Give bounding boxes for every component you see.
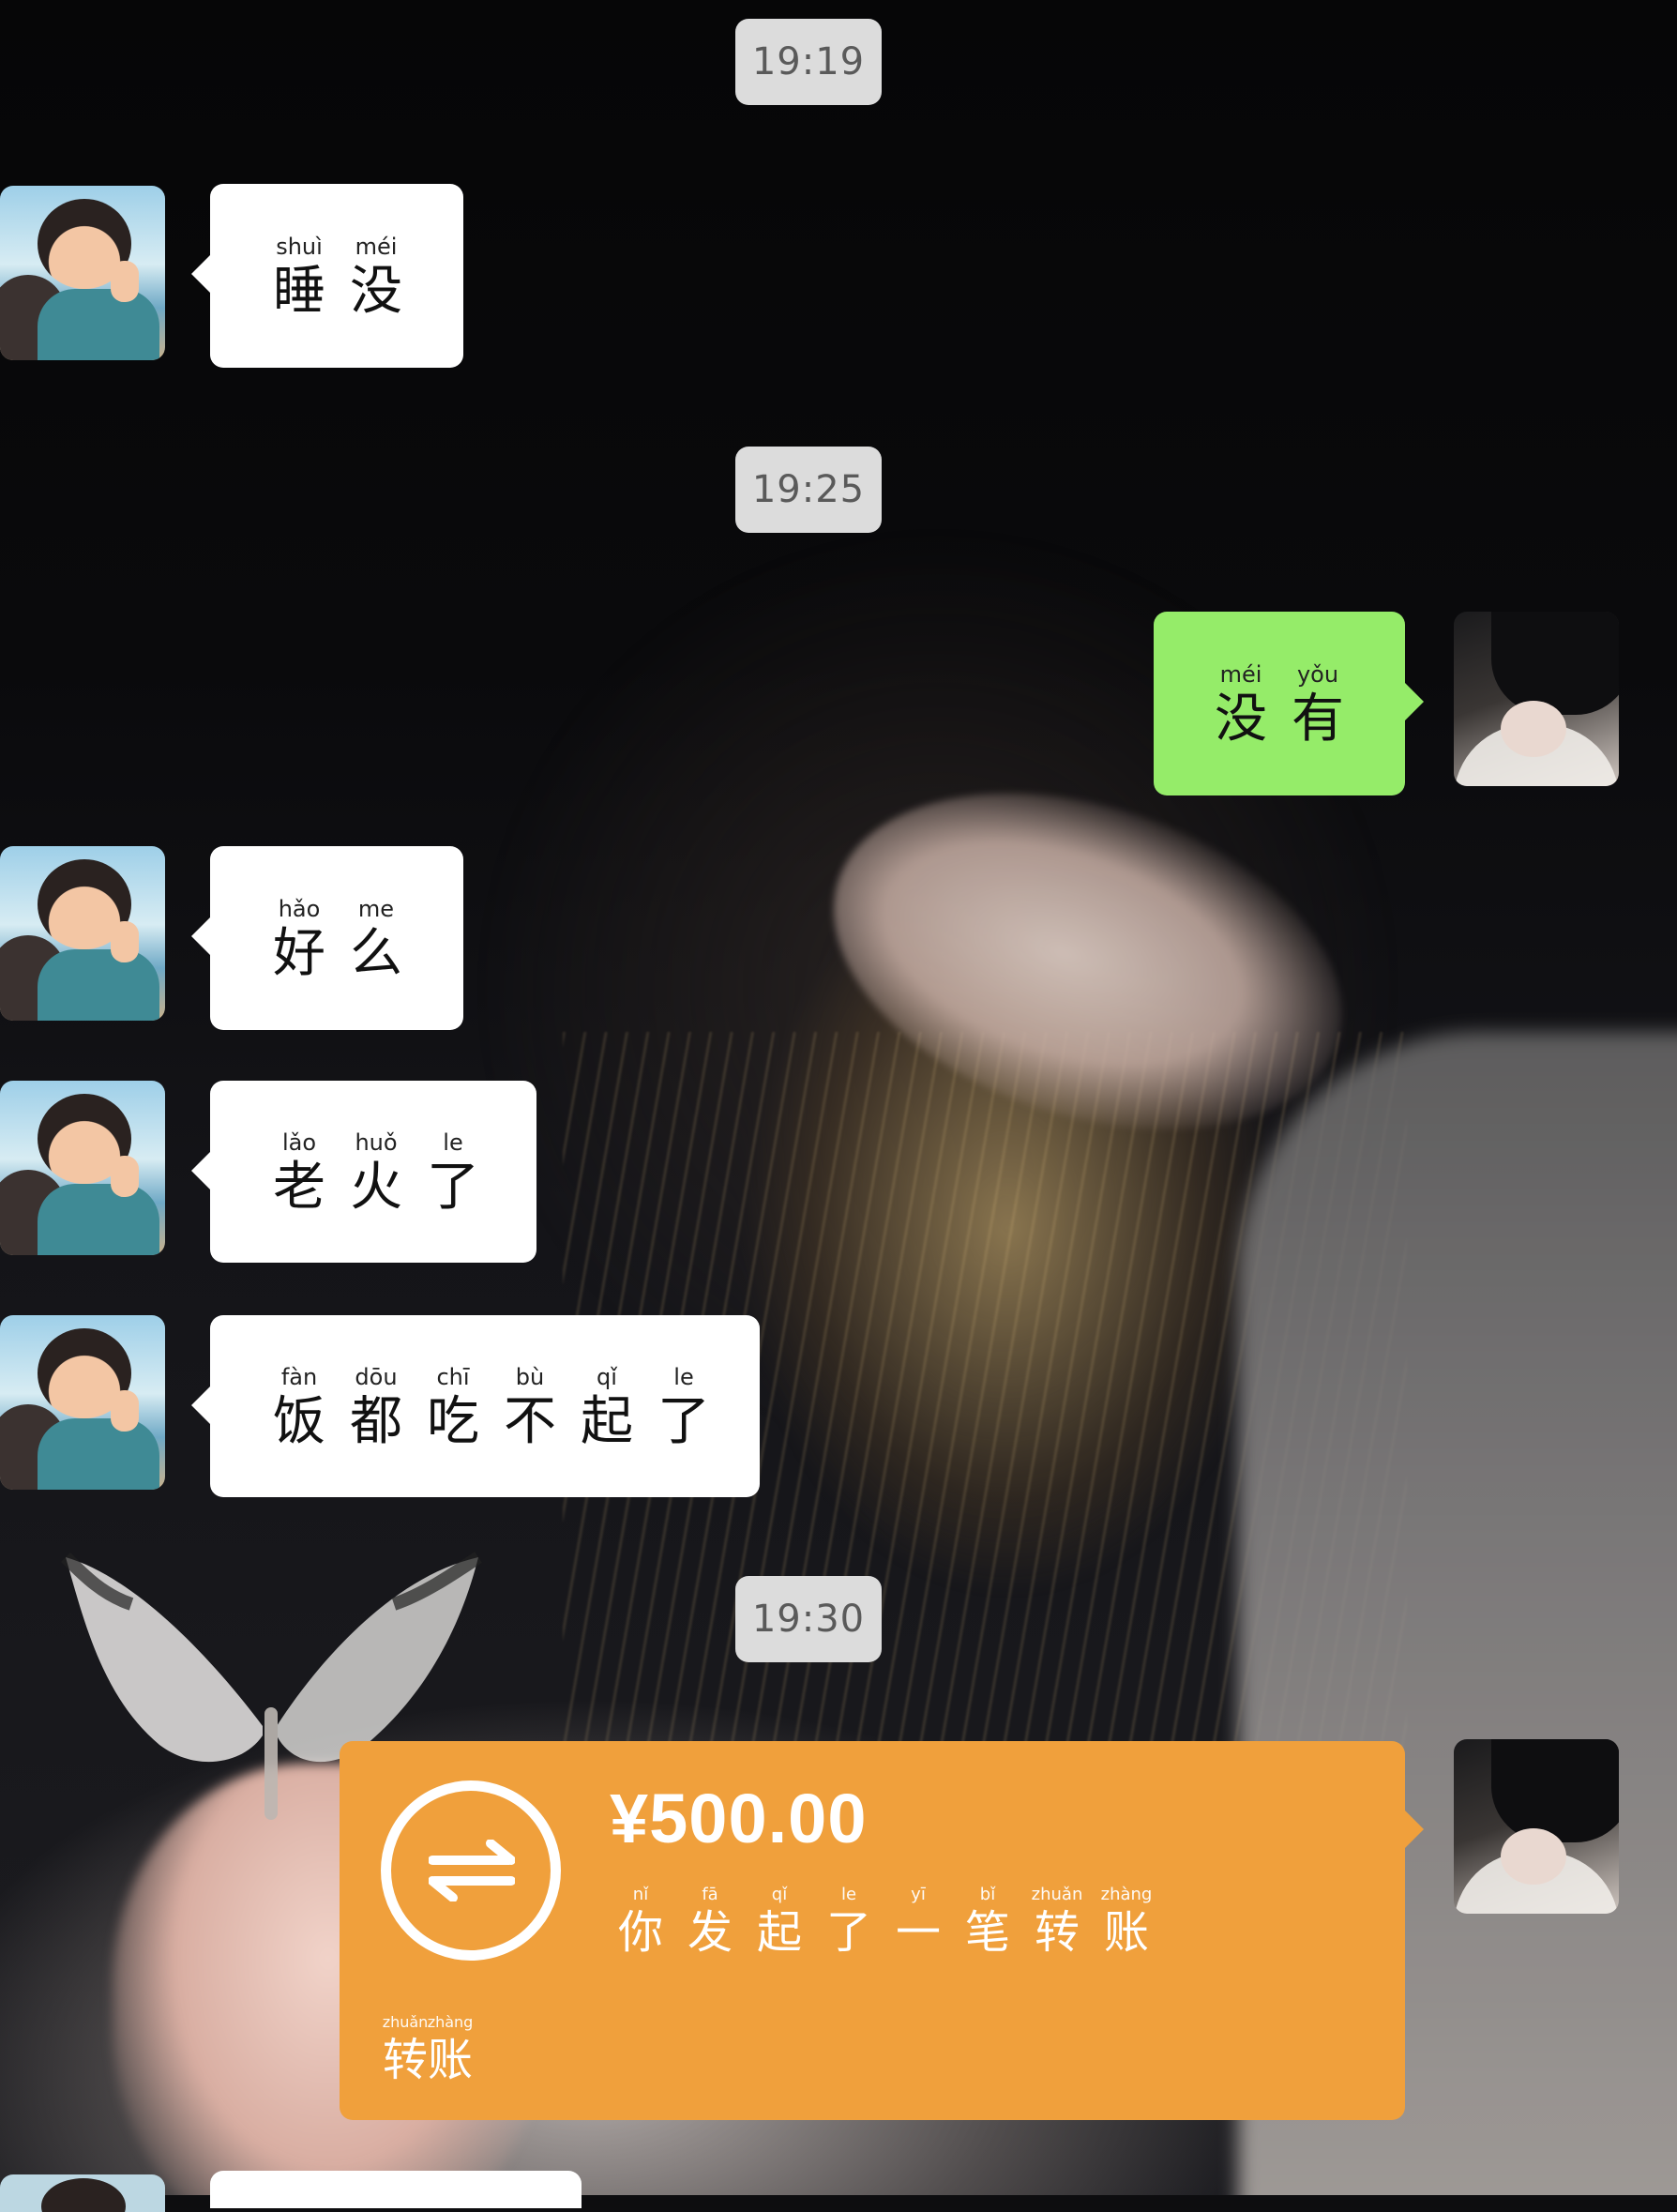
hanzi: 饭 bbox=[273, 1391, 325, 1452]
hanzi: 笔 bbox=[964, 1906, 1010, 1959]
pinyin: méi bbox=[1219, 661, 1262, 688]
timestamp: 19:30 bbox=[735, 1576, 882, 1662]
message-bubble-received[interactable]: fàn 饭 dōu 都 chī 吃 bù 不 qǐ 起 le 了 bbox=[191, 1315, 760, 1497]
transfer-description: nǐ 你 fā 发 qǐ 起 le 了 yī 一 bǐ 笔 zhuǎn 转 zhàng 账 bbox=[615, 1884, 1152, 1959]
pinyin: me bbox=[357, 896, 395, 922]
pinyin: nǐ bbox=[632, 1885, 649, 1904]
pinyin: zhuǎn bbox=[1031, 1885, 1083, 1904]
pinyin: le bbox=[443, 1129, 463, 1156]
contact-avatar[interactable] bbox=[0, 2174, 165, 2212]
hanzi: 你 bbox=[617, 1906, 663, 1959]
transfer-divider bbox=[340, 2000, 1405, 2002]
message-bubble-received[interactable] bbox=[210, 2171, 582, 2208]
hanzi: 火 bbox=[350, 1157, 402, 1218]
contact-avatar[interactable] bbox=[0, 846, 165, 1021]
pinyin: zhàng bbox=[427, 2013, 474, 2031]
hanzi: 么 bbox=[350, 923, 402, 984]
pinyin: huǒ bbox=[355, 1129, 398, 1156]
pinyin: yǒu bbox=[1296, 661, 1339, 688]
contact-avatar[interactable] bbox=[0, 1081, 165, 1255]
pinyin: zhuǎn bbox=[382, 2013, 429, 2031]
hanzi: 好 bbox=[273, 923, 325, 984]
pinyin: hǎo bbox=[278, 896, 321, 922]
pinyin: zhàng bbox=[1100, 1885, 1153, 1904]
transfer-amount: ¥500.00 bbox=[610, 1780, 868, 1857]
hanzi: 转 bbox=[1034, 1906, 1080, 1959]
pinyin: bù bbox=[515, 1364, 545, 1390]
hanzi: 了 bbox=[825, 1906, 871, 1959]
pinyin: yī bbox=[911, 1885, 926, 1904]
hanzi: 转 bbox=[383, 2034, 429, 2086]
hanzi: 一 bbox=[895, 1906, 941, 1959]
pinyin: bǐ bbox=[979, 1885, 996, 1904]
hanzi: 了 bbox=[657, 1391, 710, 1452]
message-bubble-sent[interactable]: méi 没 yǒu 有 bbox=[1154, 612, 1424, 795]
hanzi: 了 bbox=[427, 1157, 479, 1218]
pinyin: lǎo bbox=[281, 1129, 317, 1156]
transfer-arrows-icon bbox=[381, 1780, 561, 1961]
pinyin: méi bbox=[355, 234, 398, 260]
pinyin: fàn bbox=[280, 1364, 318, 1390]
my-avatar[interactable] bbox=[1454, 1739, 1619, 1914]
pinyin: fā bbox=[702, 1885, 718, 1904]
timestamp: 19:25 bbox=[735, 447, 882, 533]
hanzi: 起 bbox=[756, 1906, 802, 1959]
pinyin: shuì bbox=[276, 234, 323, 260]
hanzi: 账 bbox=[428, 2034, 474, 2086]
my-avatar[interactable] bbox=[1454, 612, 1619, 786]
hanzi: 发 bbox=[687, 1906, 733, 1959]
pinyin: chī bbox=[436, 1364, 470, 1390]
hanzi: 老 bbox=[273, 1157, 325, 1218]
message-bubble-received[interactable]: hǎo 好 me 么 bbox=[191, 846, 463, 1030]
transfer-label: zhuǎn 转 zhàng 账 bbox=[382, 2011, 474, 2086]
hanzi: 都 bbox=[350, 1391, 402, 1452]
message-bubble-received[interactable]: lǎo 老 huǒ 火 le 了 bbox=[191, 1081, 536, 1263]
timestamp: 19:19 bbox=[735, 19, 882, 105]
hanzi: 没 bbox=[1215, 689, 1267, 750]
pinyin: qǐ bbox=[597, 1364, 617, 1390]
pinyin: le bbox=[840, 1885, 857, 1904]
pinyin: qǐ bbox=[771, 1885, 788, 1904]
pinyin: dōu bbox=[355, 1364, 398, 1390]
hanzi: 睡 bbox=[273, 261, 325, 322]
contact-avatar[interactable] bbox=[0, 1315, 165, 1490]
hanzi: 没 bbox=[350, 261, 402, 322]
message-bubble-received[interactable]: shuì 睡 méi 没 bbox=[191, 184, 463, 368]
hanzi: 不 bbox=[504, 1391, 556, 1452]
hanzi: 有 bbox=[1292, 689, 1344, 750]
transfer-card[interactable]: ¥500.00 nǐ 你 fā 发 qǐ 起 le 了 yī 一 bǐ 笔 zhuǎn 转 z… bbox=[340, 1741, 1424, 2120]
contact-avatar[interactable] bbox=[0, 186, 165, 360]
hanzi: 起 bbox=[581, 1391, 633, 1452]
hanzi: 账 bbox=[1103, 1906, 1149, 1959]
pinyin: le bbox=[673, 1364, 694, 1390]
hanzi: 吃 bbox=[427, 1391, 479, 1452]
